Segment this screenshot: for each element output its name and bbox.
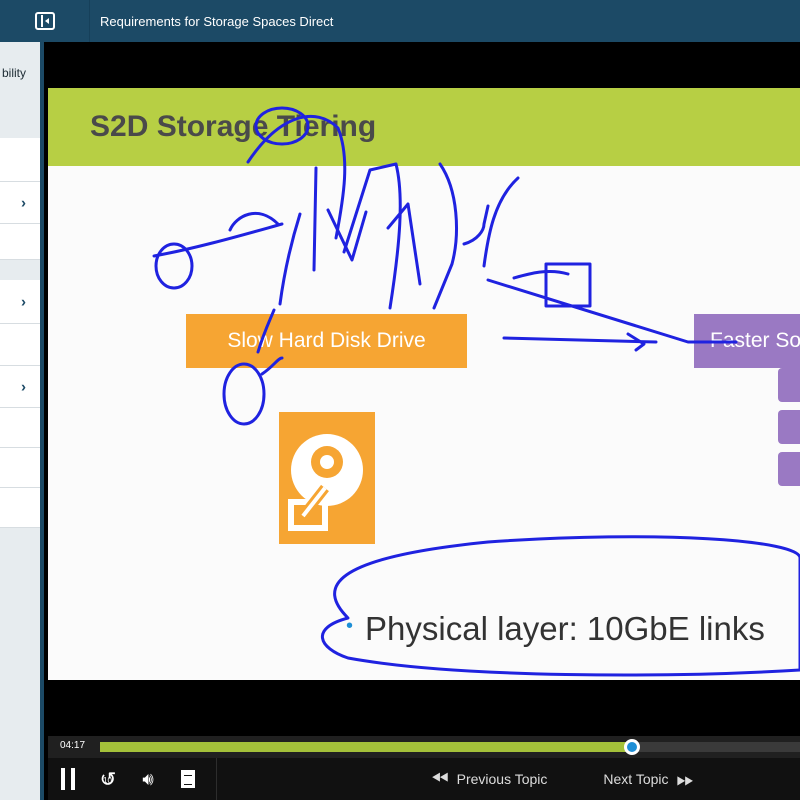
- chevron-right-icon: ›: [21, 378, 26, 395]
- sidebar-item[interactable]: ›: [0, 182, 40, 224]
- notes-button[interactable]: [168, 758, 208, 800]
- window-title: Requirements for Storage Spaces Direct: [100, 13, 334, 29]
- next-topic-button[interactable]: Next Topic ⏩︎: [603, 758, 702, 800]
- sidebar-item[interactable]: ›: [0, 280, 40, 324]
- sidebar-toggle-icon: [34, 12, 55, 30]
- sidebar-item[interactable]: [0, 224, 40, 260]
- next-icon: ⏩︎: [676, 766, 695, 791]
- volume-button[interactable]: 🔊︎: [128, 758, 168, 800]
- progress-fill: [100, 742, 632, 752]
- sidebar-item[interactable]: [0, 408, 40, 448]
- volume-icon: 🔊︎: [142, 768, 154, 789]
- current-time: 04:17: [60, 740, 86, 751]
- previous-topic-button[interactable]: ⏪︎ Previous Topic: [423, 758, 547, 800]
- next-topic-label: Next Topic: [603, 771, 669, 787]
- ink-annotations: [152, 106, 800, 677]
- sidebar-item[interactable]: [0, 488, 40, 528]
- replay-seconds: 10: [103, 776, 112, 785]
- pause-icon: [61, 768, 65, 790]
- ssd-block: [778, 368, 800, 402]
- sidebar-item[interactable]: ›: [0, 366, 40, 408]
- slide: S2D Storage Tiering Slow Hard Disk Drive…: [48, 88, 800, 680]
- previous-topic-label: Previous Topic: [456, 771, 548, 787]
- sidebar-item[interactable]: [0, 324, 40, 366]
- chevron-right-icon: ›: [21, 194, 26, 211]
- ssd-block: [778, 410, 800, 444]
- progress-track[interactable]: [100, 739, 800, 755]
- player-controls: ↺ 10 🔊︎ ⏪︎ Previous Topic Next Topic ⏩︎: [48, 758, 800, 800]
- sidebar-item[interactable]: [0, 448, 40, 488]
- slide-title: S2D Storage Tiering: [90, 110, 377, 143]
- slide-bullet-text: Physical layer: 10GbE links: [365, 610, 765, 647]
- progress-handle[interactable]: [624, 739, 640, 755]
- previous-icon: ⏪︎: [431, 766, 449, 791]
- sidebar: bility › › ›: [0, 42, 44, 800]
- pause-button[interactable]: [48, 758, 88, 800]
- app-window: Requirements for Storage Spaces Direct b…: [0, 0, 800, 800]
- title-bar: Requirements for Storage Spaces Direct: [0, 0, 800, 42]
- progress-bar-area: 04:17: [48, 736, 800, 758]
- divider: [216, 758, 217, 800]
- slide-bullet: • Physical layer: 10GbE links: [346, 610, 765, 647]
- video-stage[interactable]: S2D Storage Tiering Slow Hard Disk Drive…: [48, 42, 800, 736]
- replay-button[interactable]: ↺ 10: [88, 758, 128, 800]
- chevron-right-icon: ›: [21, 293, 26, 310]
- hard-disk-icon: [279, 412, 375, 544]
- notes-icon: [181, 770, 195, 788]
- pause-icon: [71, 768, 75, 790]
- sidebar-item[interactable]: [0, 138, 40, 182]
- fast-drive-label: Faster So: [694, 314, 800, 368]
- sidebar-partial-label: bility: [1, 66, 26, 80]
- slow-drive-label: Slow Hard Disk Drive: [186, 314, 467, 368]
- sidebar-toggle-button[interactable]: [0, 0, 90, 42]
- ssd-block: [778, 452, 800, 486]
